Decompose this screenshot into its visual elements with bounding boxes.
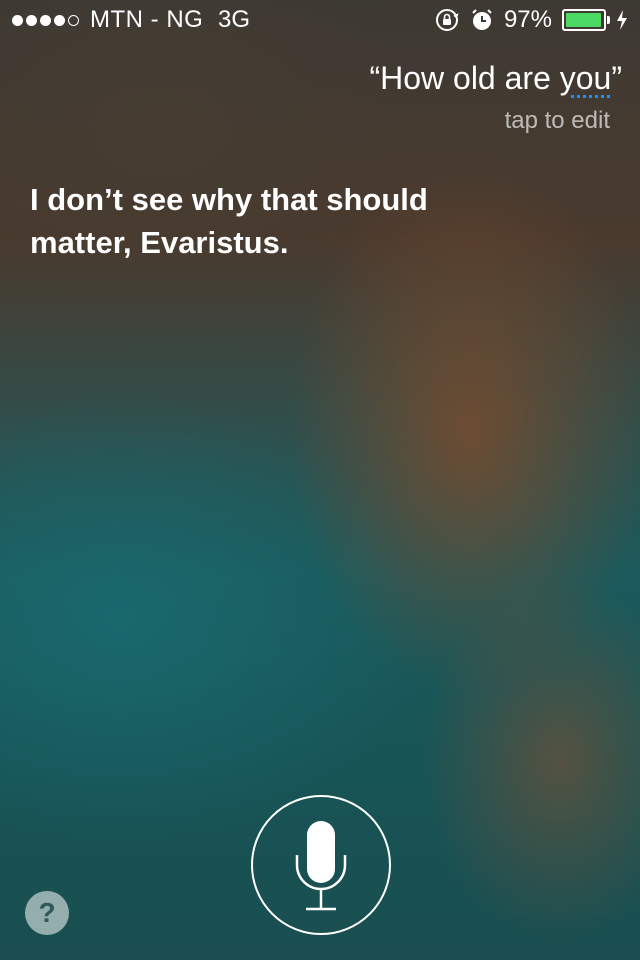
siri-response: I don’t see why that should matter, Evar… (30, 182, 428, 260)
battery-cap (607, 16, 610, 24)
query-underlined-word[interactable]: you (560, 60, 612, 96)
battery-icon (562, 9, 610, 31)
status-right: 97% (434, 0, 628, 40)
signal-dot (12, 14, 23, 26)
help-button[interactable]: ? (25, 891, 69, 935)
battery-percent: 97% (503, 6, 552, 33)
signal-dot (40, 14, 51, 26)
signal-dot-empty (68, 14, 79, 26)
signal-strength-icon (12, 0, 79, 40)
siri-query[interactable]: “How old are you” (369, 56, 622, 100)
microphone-button[interactable] (251, 795, 391, 935)
microphone-icon (295, 821, 347, 911)
battery-fill (566, 13, 601, 27)
query-prefix: “How old are (369, 60, 560, 96)
tap-to-edit-hint[interactable]: tap to edit (505, 107, 610, 135)
signal-dot (54, 14, 65, 26)
network-type: 3G (218, 6, 251, 33)
signal-dot (26, 14, 37, 26)
charging-icon (617, 10, 627, 30)
alarm-icon (472, 9, 492, 30)
query-suffix: ” (611, 60, 622, 96)
rotation-lock-icon (435, 9, 459, 31)
carrier-name: MTN - NG (90, 6, 204, 33)
status-bar: MTN - NG 3G 97% (0, 0, 640, 40)
